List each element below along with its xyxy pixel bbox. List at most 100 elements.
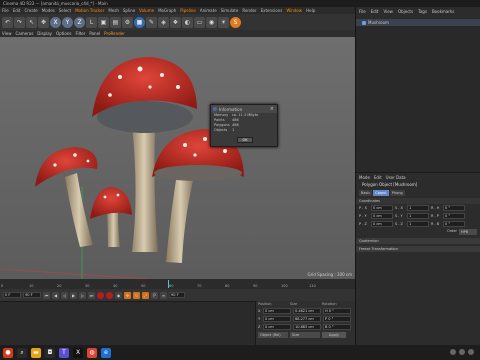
- material-manager[interactable]: [0, 301, 255, 345]
- position-z-field[interactable]: 0 cm: [263, 324, 291, 330]
- order-dropdown[interactable]: HPB: [459, 229, 477, 235]
- attributes-menu-user-data[interactable]: User Data: [386, 175, 406, 180]
- redo-icon[interactable]: ↷: [14, 16, 25, 28]
- cinema4d-taskbar-icon[interactable]: ●: [3, 347, 13, 358]
- play-backward-icon[interactable]: ◁: [61, 291, 68, 299]
- viewport-menu-cameras[interactable]: Cameras: [16, 31, 34, 36]
- pen-icon[interactable]: ✎: [146, 16, 157, 28]
- menu-item-animate[interactable]: Animate: [200, 8, 217, 13]
- camera-icon[interactable]: ◉: [206, 16, 217, 28]
- fps-field[interactable]: 90 F: [169, 292, 185, 298]
- x-icon[interactable]: X: [73, 347, 83, 358]
- viewport-menu-panel[interactable]: Panel: [89, 31, 100, 36]
- rotation-key-icon[interactable]: ↻: [133, 291, 140, 299]
- snap-icon[interactable]: S: [230, 16, 241, 28]
- chrome-icon[interactable]: ◍: [87, 347, 97, 358]
- floor-icon[interactable]: ▭: [194, 16, 205, 28]
- scale-key-icon[interactable]: ⤢: [142, 291, 149, 299]
- render-view-icon[interactable]: ▣: [98, 16, 109, 28]
- end-frame-field[interactable]: 90 F: [23, 292, 41, 298]
- tray-icon[interactable]: [468, 349, 474, 355]
- tray-icon[interactable]: [450, 349, 456, 355]
- coordinate-system-button[interactable]: L: [86, 16, 97, 28]
- menu-item-modes[interactable]: Modes: [42, 8, 55, 13]
- size-x-field[interactable]: 0.4621 cm: [293, 308, 321, 314]
- cube-icon[interactable]: ■: [134, 16, 145, 28]
- object-row-mushroom[interactable]: Mushroom: [356, 19, 480, 26]
- play-icon[interactable]: ▶: [70, 291, 77, 299]
- menu-item-pipeline[interactable]: Pipeline: [180, 8, 196, 13]
- rotation-h-field[interactable]: H 0 °: [323, 308, 351, 314]
- subdivision-icon[interactable]: ◈: [158, 16, 169, 28]
- deformer-icon[interactable]: ◐: [182, 16, 193, 28]
- viewport-menu-options[interactable]: Options: [56, 31, 71, 36]
- rotation-p-field[interactable]: P 0 °: [323, 316, 351, 322]
- light-icon[interactable]: ☀: [218, 16, 229, 28]
- menu-item-create[interactable]: Create: [24, 8, 37, 13]
- menu-item-simulate[interactable]: Simulate: [221, 8, 239, 13]
- coordinate-mode-dropdown[interactable]: Object (Rel): [258, 332, 288, 338]
- menu-item-edit[interactable]: Edit: [13, 8, 21, 13]
- apply-button[interactable]: Apply: [322, 332, 346, 338]
- viewport-menu-view[interactable]: View: [2, 31, 12, 36]
- menu-item-extensions[interactable]: Extensions: [261, 8, 283, 13]
- undo-icon[interactable]: ↶: [2, 16, 13, 28]
- objects-menu-objects[interactable]: Objects: [398, 9, 413, 14]
- timeline-ruler[interactable]: 0 10 20 30 40 50 60 70 80 90 100 110: [0, 279, 355, 289]
- axis-z-button[interactable]: Z: [74, 16, 85, 28]
- tab-phong[interactable]: Phong: [389, 190, 405, 196]
- 3d-viewport[interactable]: Grid Spacing : 100 cm: [0, 37, 355, 279]
- objects-menu-edit[interactable]: Edit: [371, 9, 379, 14]
- select-icon[interactable]: ↖: [26, 16, 37, 28]
- objects-menu-tags[interactable]: Tags: [418, 9, 427, 14]
- s-x-field[interactable]: 1: [407, 205, 429, 211]
- size-y-field[interactable]: 68.277 cm: [293, 316, 321, 322]
- axis-x-button[interactable]: X: [50, 16, 61, 28]
- r-b-field[interactable]: 0 °: [443, 221, 465, 227]
- rotation-b-field[interactable]: B 0 °: [323, 324, 351, 330]
- search-icon[interactable]: ⌕: [17, 347, 27, 358]
- viewport-menu-prorender[interactable]: ProRender: [104, 31, 125, 36]
- ok-button[interactable]: OK: [237, 137, 253, 143]
- menu-item-motion-tracker[interactable]: Motion Tracker: [75, 8, 104, 13]
- position-y-field[interactable]: 0 cm: [263, 316, 291, 322]
- tray-icon[interactable]: [459, 349, 465, 355]
- attributes-menu-mode[interactable]: Mode: [359, 175, 370, 180]
- s-z-field[interactable]: 1: [407, 221, 429, 227]
- close-icon[interactable]: ×: [270, 106, 274, 112]
- menu-item-file[interactable]: File: [2, 8, 9, 13]
- render-region-icon[interactable]: ▤: [110, 16, 121, 28]
- objects-menu-view[interactable]: View: [383, 9, 393, 14]
- menu-item-volume[interactable]: Volume: [139, 8, 154, 13]
- p-z-field[interactable]: 0 cm: [371, 221, 393, 227]
- attributes-menu-edit[interactable]: Edit: [374, 175, 382, 180]
- r-p-field[interactable]: 0 °: [443, 213, 465, 219]
- previous-key-icon[interactable]: ◀: [52, 291, 59, 299]
- folder-icon[interactable]: ▬: [31, 347, 41, 358]
- menu-item-spline[interactable]: Spline: [123, 8, 135, 13]
- tab-basic[interactable]: Basic: [359, 190, 373, 196]
- tab-coord[interactable]: Coord.: [373, 190, 389, 196]
- p-y-field[interactable]: 0 cm: [371, 213, 393, 219]
- position-key-icon[interactable]: ✥: [124, 291, 131, 299]
- size-mode-dropdown[interactable]: Size: [290, 332, 320, 338]
- menu-item-mograph[interactable]: MoGraph: [158, 8, 176, 13]
- render-settings-icon[interactable]: ⚙: [122, 16, 133, 28]
- store-icon[interactable]: ◘: [45, 347, 55, 358]
- array-icon[interactable]: ❖: [170, 16, 181, 28]
- menu-item-render[interactable]: Render: [242, 8, 256, 13]
- viewport-menu-display[interactable]: Display: [37, 31, 52, 36]
- parameter-key-icon[interactable]: P: [151, 291, 158, 299]
- menu-item-window[interactable]: Window: [286, 8, 302, 13]
- objects-menu-file[interactable]: File: [359, 9, 366, 14]
- record-icon[interactable]: [97, 291, 104, 299]
- edge-icon[interactable]: e: [101, 347, 111, 358]
- objects-menu-bookmarks[interactable]: Bookmarks: [432, 9, 454, 14]
- quaternion-section[interactable]: Quaternion: [356, 238, 480, 244]
- keyframe-selection-icon[interactable]: ◆: [115, 291, 122, 299]
- start-frame-field[interactable]: 0 F: [3, 292, 21, 298]
- autokey-icon[interactable]: [106, 291, 113, 299]
- teams-icon[interactable]: T: [59, 347, 69, 358]
- go-to-end-icon[interactable]: ⏭: [88, 291, 95, 299]
- r-h-field[interactable]: 0 °: [443, 205, 465, 211]
